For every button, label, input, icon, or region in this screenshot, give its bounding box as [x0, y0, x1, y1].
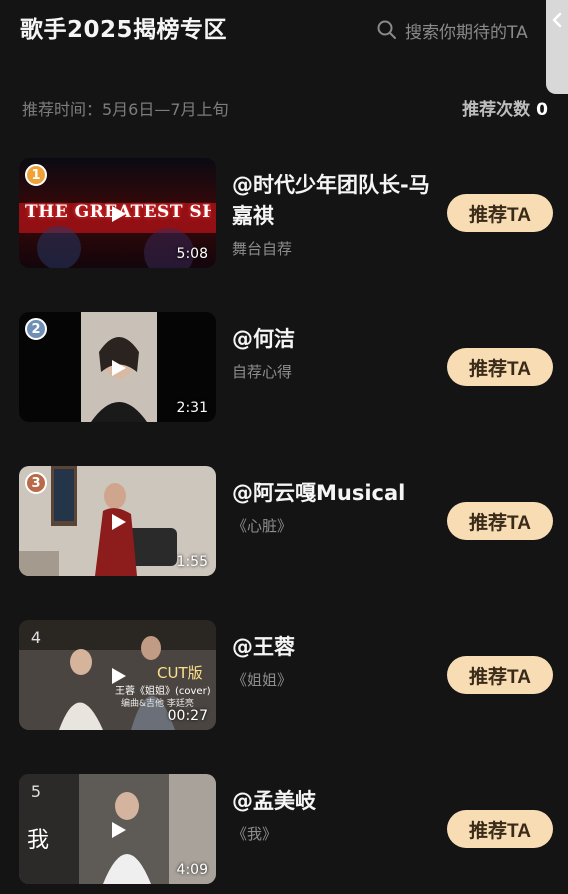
video-thumbnail[interactable]: 3 1:55: [19, 466, 216, 576]
thumbnail-caption: 王蓉《姐姐》(cover): [115, 686, 211, 697]
list-item[interactable]: 2 2:31 @何洁 自荐心得 推荐TA: [0, 312, 568, 422]
rank-badge: 3: [25, 472, 47, 494]
singer-name[interactable]: @何洁: [232, 324, 432, 355]
recommend-meta: 推荐时间：5月6日—7月上旬 推荐次数 0: [0, 94, 568, 122]
item-info: @时代少年团队长-马嘉祺 舞台自荐: [232, 170, 432, 259]
play-icon: [112, 514, 126, 530]
thumbnail-glyph: 我: [27, 828, 50, 853]
recommend-button[interactable]: 推荐TA: [447, 656, 553, 694]
rank-badge: 5: [30, 781, 42, 801]
singer-name[interactable]: @王蓉: [232, 632, 432, 663]
item-subtitle: 自荐心得: [232, 363, 293, 381]
list-item[interactable]: 1 THE GREATEST SHOW 5:08 @时代少年团队长-马嘉祺 舞台…: [0, 158, 568, 268]
recommend-time: 推荐时间：5月6日—7月上旬: [22, 100, 229, 119]
recommend-button[interactable]: 推荐TA: [447, 810, 553, 848]
video-duration: 1:55: [176, 554, 208, 570]
rank-badge: 4: [30, 627, 42, 647]
list-item[interactable]: 3 1:55 @阿云嘎Musical 《心脏》 推荐TA: [0, 466, 568, 576]
video-duration: 4:09: [176, 862, 208, 878]
item-subtitle: 《心脏》: [232, 517, 293, 535]
play-icon: [112, 206, 126, 222]
search-placeholder: 搜索你期待的TA: [405, 22, 528, 43]
play-icon: [112, 822, 126, 838]
video-thumbnail[interactable]: 4 CUT版 王蓉《姐姐》(cover) 编曲&吉他 李廷亮 00:27: [19, 620, 216, 730]
recommend-count-value: 0: [536, 100, 548, 120]
item-info: @阿云嘎Musical 《心脏》: [232, 478, 432, 536]
list-item[interactable]: 5 我 4:09 @孟美岐 《我》 推荐TA: [0, 774, 568, 884]
rank-badge: 2: [25, 318, 47, 340]
play-icon: [112, 360, 126, 376]
thumbnail-badge: CUT版: [157, 664, 203, 682]
item-info: @何洁 自荐心得: [232, 324, 432, 382]
recommend-button[interactable]: 推荐TA: [447, 348, 553, 386]
video-thumbnail[interactable]: 1 THE GREATEST SHOW 5:08: [19, 158, 216, 268]
list-item[interactable]: 4 CUT版 王蓉《姐姐》(cover) 编曲&吉他 李廷亮 00:27 @王蓉…: [0, 620, 568, 730]
recommend-count-label: 推荐次数: [462, 100, 531, 120]
item-info: @孟美岐 《我》: [232, 786, 432, 844]
singer-name[interactable]: @阿云嘎Musical: [232, 478, 432, 509]
item-info: @王蓉 《姐姐》: [232, 632, 432, 690]
header: 歌手2025揭榜专区 搜索你期待的TA: [0, 0, 568, 94]
side-collapse-tab[interactable]: [546, 0, 568, 94]
recommend-count: 推荐次数 0: [462, 95, 548, 120]
rank-badge: 1: [25, 164, 47, 186]
singer-name[interactable]: @孟美岐: [232, 786, 432, 817]
singer-name[interactable]: @时代少年团队长-马嘉祺: [232, 170, 432, 232]
recommend-button[interactable]: 推荐TA: [447, 194, 553, 232]
search-icon: [377, 20, 396, 39]
recommend-button[interactable]: 推荐TA: [447, 502, 553, 540]
video-duration: 5:08: [176, 246, 208, 262]
page-title: 歌手2025揭榜专区: [20, 17, 228, 43]
search-box[interactable]: 搜索你期待的TA: [376, 17, 528, 43]
video-thumbnail[interactable]: 5 我 4:09: [19, 774, 216, 884]
chevron-left-icon: [552, 12, 562, 28]
item-subtitle: 《姐姐》: [232, 671, 293, 689]
video-thumbnail[interactable]: 2 2:31: [19, 312, 216, 422]
item-subtitle: 舞台自荐: [232, 240, 293, 258]
play-icon: [112, 668, 126, 684]
video-duration: 00:27: [167, 708, 208, 724]
item-subtitle: 《我》: [232, 825, 278, 843]
video-duration: 2:31: [176, 400, 208, 416]
